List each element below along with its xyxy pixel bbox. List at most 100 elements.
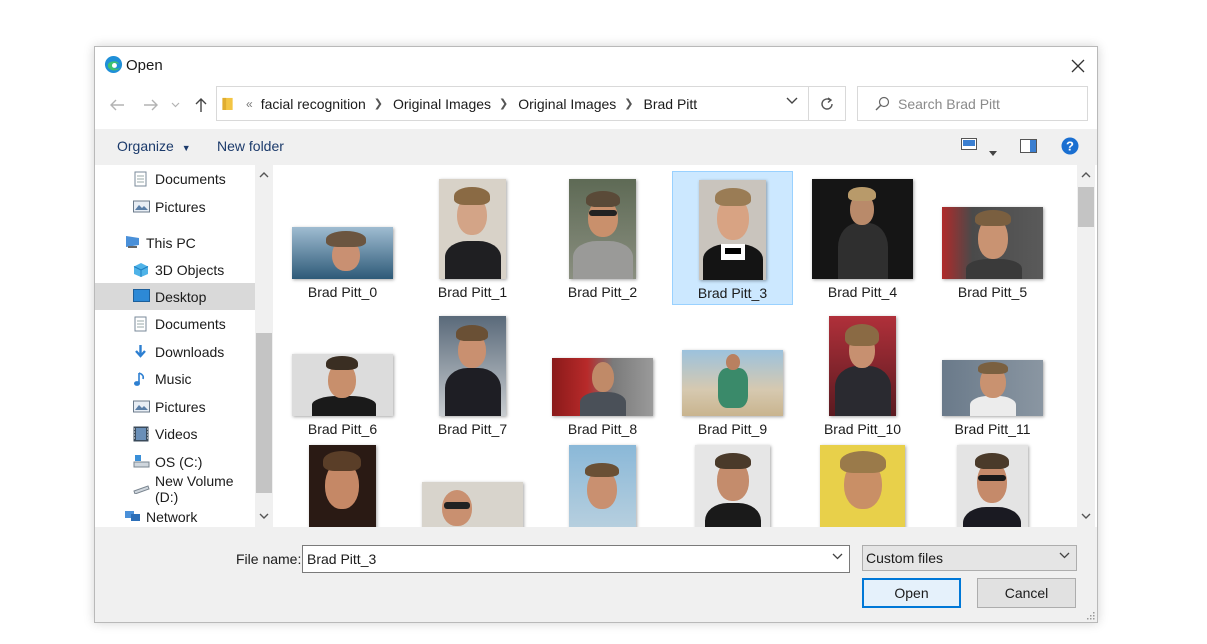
sidebar-item-new-volume-d[interactable]: New Volume (D:) — [95, 473, 255, 505]
file-item-brad-pitt-17[interactable] — [932, 445, 1053, 527]
scrollbar-thumb[interactable] — [256, 333, 272, 493]
up-button[interactable] — [190, 94, 212, 116]
breadcrumb-separator-icon[interactable]: ❯ — [374, 97, 383, 110]
sidebar-item-label: Downloads — [155, 343, 225, 360]
file-item-brad-pitt-6[interactable]: Brad Pitt_6 — [282, 308, 403, 442]
file-item-brad-pitt-14[interactable] — [542, 445, 663, 527]
sidebar-item-videos[interactable]: Videos — [95, 420, 255, 447]
file-item-brad-pitt-12[interactable] — [282, 445, 403, 527]
breadcrumb-original-images[interactable]: Original Images — [393, 96, 491, 112]
resize-grip-icon[interactable] — [1085, 610, 1095, 620]
sidebar-item-label: Documents — [155, 170, 226, 187]
breadcrumb-overflow[interactable]: « — [246, 97, 253, 111]
file-name-input[interactable] — [307, 551, 807, 567]
sidebar-item-label: Documents — [155, 315, 226, 332]
forward-button[interactable] — [140, 94, 162, 116]
breadcrumb-facial-recognition[interactable]: facial recognition — [261, 96, 366, 112]
file-item-brad-pitt-11[interactable]: Brad Pitt_11 — [932, 308, 1053, 442]
drive-c-icon — [133, 454, 150, 469]
file-item-brad-pitt-0[interactable]: Brad Pitt_0 — [282, 171, 403, 305]
downloads-icon — [133, 344, 150, 359]
sidebar-item-desktop[interactable]: Desktop — [95, 283, 255, 310]
file-name-label: Brad Pitt_7 — [437, 421, 508, 437]
file-item-brad-pitt-10[interactable]: Brad Pitt_10 — [802, 308, 923, 442]
view-large-icons-icon — [961, 138, 977, 150]
sidebar-item-3d-objects[interactable]: 3D Objects — [95, 256, 255, 283]
back-button[interactable] — [106, 94, 128, 116]
sidebar-item-this-pc[interactable]: This PC — [95, 229, 255, 256]
scroll-up-arrow-icon[interactable] — [1081, 171, 1091, 178]
new-folder-button[interactable]: New folder — [217, 138, 284, 154]
sidebar-item-label: Music — [155, 370, 192, 387]
view-options-dropdown[interactable] — [989, 143, 997, 161]
file-name-label: Brad Pitt_0 — [307, 284, 378, 300]
address-dropdown-icon[interactable] — [786, 97, 798, 105]
image-thumbnail — [569, 179, 636, 279]
breadcrumb-separator-icon[interactable]: ❯ — [499, 97, 508, 110]
help-button[interactable]: ? — [1061, 137, 1079, 160]
sidebar-item-documents-quick[interactable]: Documents — [95, 165, 255, 192]
sidebar-item-os-c[interactable]: OS (C:) — [95, 448, 255, 475]
scroll-up-arrow-icon[interactable] — [259, 171, 269, 178]
file-name-label: Brad Pitt_5 — [957, 284, 1028, 300]
breadcrumb-original-images-sub[interactable]: Original Images — [518, 96, 616, 112]
change-view-button[interactable] — [961, 137, 977, 156]
desktop-icon — [133, 289, 150, 304]
sidebar-item-music[interactable]: Music — [95, 365, 255, 392]
organize-menu[interactable]: Organize ▼ — [117, 138, 191, 154]
file-list-scrollbar[interactable] — [1077, 165, 1095, 527]
file-item-brad-pitt-4[interactable]: Brad Pitt_4 — [802, 171, 923, 305]
search-input[interactable] — [898, 95, 1068, 112]
sidebar-item-documents[interactable]: Documents — [95, 310, 255, 337]
file-item-brad-pitt-3[interactable]: Brad Pitt_3 — [672, 171, 793, 305]
scroll-down-arrow-icon[interactable] — [1081, 513, 1091, 520]
sidebar-item-pictures-quick[interactable]: Pictures — [95, 193, 255, 220]
sidebar-item-pictures[interactable]: Pictures — [95, 393, 255, 420]
file-item-brad-pitt-9[interactable]: Brad Pitt_9 — [672, 308, 793, 442]
file-item-brad-pitt-13[interactable] — [412, 445, 533, 527]
scroll-down-arrow-icon[interactable] — [259, 513, 269, 520]
scrollbar-thumb[interactable] — [1078, 187, 1094, 227]
file-item-brad-pitt-8[interactable]: Brad Pitt_8 — [542, 308, 663, 442]
cancel-button[interactable]: Cancel — [977, 578, 1076, 608]
dialog-title: Open — [126, 57, 163, 74]
address-bar[interactable]: « facial recognition ❯ Original Images ❯… — [216, 86, 809, 121]
drive-d-icon — [133, 481, 150, 496]
sidebar-item-label: Pictures — [155, 398, 206, 415]
3d-objects-icon — [133, 262, 150, 277]
sidebar-item-network[interactable]: Network — [95, 503, 255, 527]
documents-icon — [133, 171, 150, 187]
open-button[interactable]: Open — [862, 578, 961, 608]
arrow-right-icon — [144, 99, 158, 111]
file-item-brad-pitt-2[interactable]: Brad Pitt_2 — [542, 171, 663, 305]
sidebar-item-downloads[interactable]: Downloads — [95, 338, 255, 365]
this-pc-icon — [124, 235, 141, 250]
navigation-pane-scrollbar[interactable] — [255, 165, 273, 527]
image-thumbnail — [957, 445, 1028, 527]
file-type-select[interactable]: Custom files — [862, 545, 1077, 571]
sidebar-item-label: Network — [146, 508, 198, 525]
file-item-brad-pitt-7[interactable]: Brad Pitt_7 — [412, 308, 533, 442]
breadcrumb-separator-icon[interactable]: ❯ — [624, 97, 633, 110]
chevron-down-icon[interactable] — [832, 553, 843, 560]
caret-down-icon: ▼ — [181, 143, 191, 153]
preview-pane-button[interactable] — [1020, 139, 1037, 158]
file-name-label: Brad Pitt_6 — [307, 421, 378, 437]
sidebar-item-label: Videos — [155, 425, 198, 442]
file-name-combobox[interactable] — [302, 545, 850, 573]
image-thumbnail — [820, 445, 905, 527]
breadcrumb-brad-pitt[interactable]: Brad Pitt — [644, 96, 698, 112]
refresh-button[interactable] — [808, 86, 846, 121]
recent-locations-button[interactable] — [168, 94, 182, 116]
file-item-brad-pitt-15[interactable] — [672, 445, 793, 527]
caret-down-icon — [989, 151, 997, 156]
search-box[interactable] — [857, 86, 1088, 121]
file-name-label: Brad Pitt_1 — [437, 284, 508, 300]
file-name-label: Brad Pitt_8 — [567, 421, 638, 437]
image-thumbnail — [569, 445, 636, 527]
file-item-brad-pitt-1[interactable]: Brad Pitt_1 — [412, 171, 533, 305]
file-item-brad-pitt-5[interactable]: Brad Pitt_5 — [932, 171, 1053, 305]
close-icon — [1071, 59, 1085, 73]
file-item-brad-pitt-16[interactable] — [802, 445, 923, 527]
close-button[interactable] — [1059, 51, 1097, 81]
